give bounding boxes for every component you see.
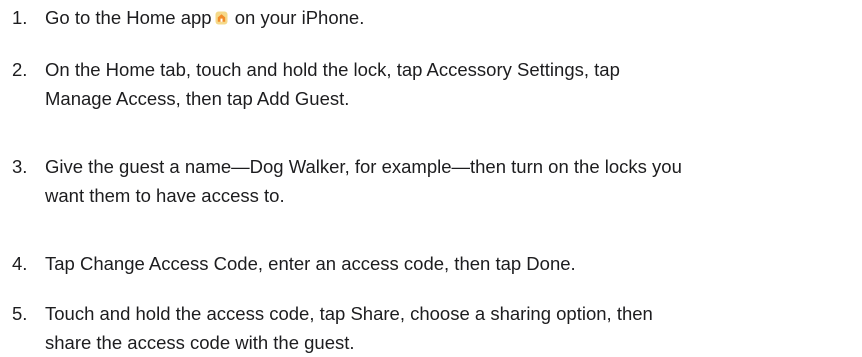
home-app-icon	[215, 4, 228, 25]
step-item: 1. Go to the Home app on your iPhone.	[0, 3, 862, 32]
step-line: Manage Access, then tap Add Guest.	[45, 88, 350, 109]
step-text: On the Home tab, touch and hold the lock…	[45, 55, 857, 113]
step-text: Touch and hold the access code, tap Shar…	[45, 299, 857, 357]
step-item: 4. Tap Change Access Code, enter an acce…	[0, 249, 862, 278]
step-number: 4.	[12, 253, 28, 274]
step-line: want them to have access to.	[45, 185, 285, 206]
step-text-part: Go to the Home app	[45, 7, 212, 28]
step-line: On the Home tab, touch and hold the lock…	[45, 59, 620, 80]
step-item: 3. Give the guest a name—Dog Walker, for…	[0, 152, 862, 210]
step-text: Go to the Home app on your iPhone.	[45, 3, 857, 32]
step-text: Give the guest a name—Dog Walker, for ex…	[45, 152, 857, 210]
step-number: 3.	[12, 156, 28, 177]
step-line: share the access code with the guest.	[45, 332, 355, 353]
step-number: 5.	[12, 303, 28, 324]
step-number: 1.	[12, 7, 28, 28]
step-text-part: on your iPhone.	[234, 7, 365, 28]
step-line: Give the guest a name—Dog Walker, for ex…	[45, 156, 682, 177]
step-line: Touch and hold the access code, tap Shar…	[45, 303, 653, 324]
step-item: 2. On the Home tab, touch and hold the l…	[0, 55, 862, 113]
step-line: Tap Change Access Code, enter an access …	[45, 253, 576, 274]
step-number: 2.	[12, 59, 28, 80]
step-item: 5. Touch and hold the access code, tap S…	[0, 299, 862, 357]
step-text: Tap Change Access Code, enter an access …	[45, 249, 857, 278]
